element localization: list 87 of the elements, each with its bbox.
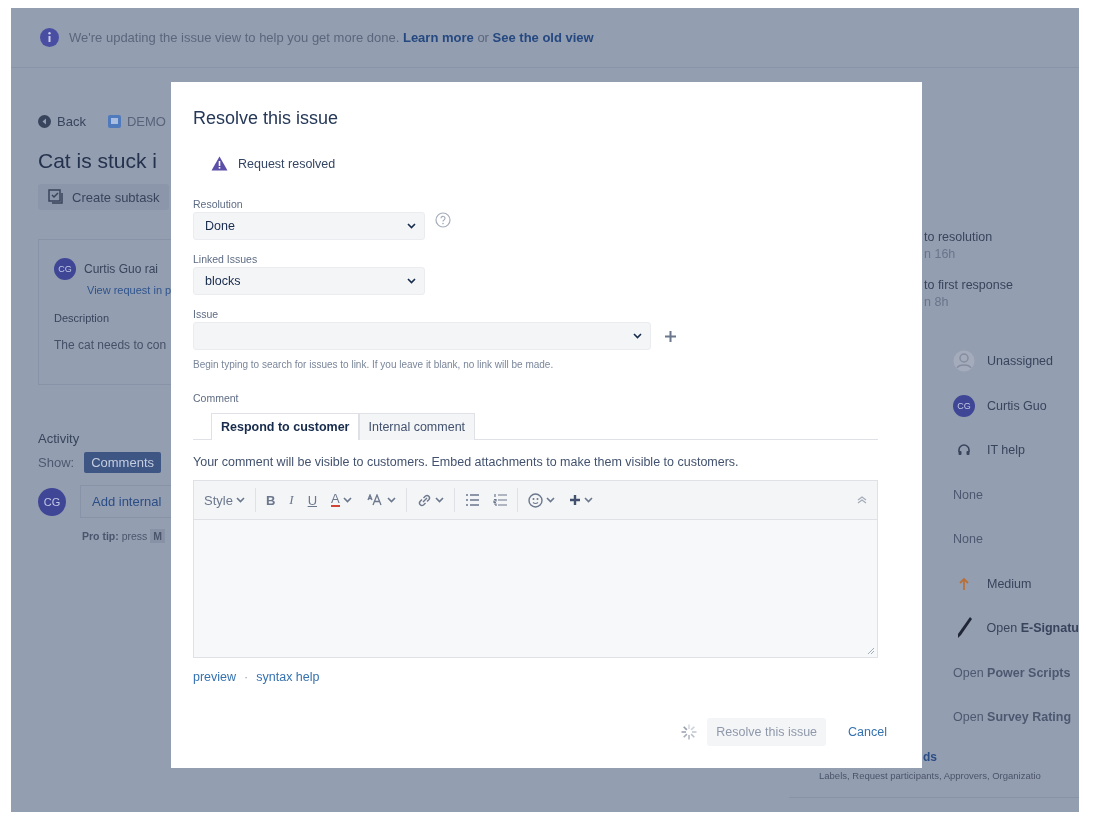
dialog-title: Resolve this issue xyxy=(193,108,340,129)
info-icon xyxy=(40,28,59,47)
headset-icon xyxy=(957,443,971,458)
visibility-note: Your comment will be visible to customers. Embed attachments to make them visible to customers. xyxy=(193,455,740,469)
underline-button[interactable]: U xyxy=(307,492,318,508)
separator-dot: · xyxy=(244,670,249,684)
back-icon xyxy=(38,115,51,128)
comment-tab[interactable]: Internal comment xyxy=(358,413,476,440)
caret-icon xyxy=(407,223,416,229)
caret-icon xyxy=(386,497,396,503)
link-type-select[interactable]: blocks xyxy=(193,267,425,295)
bullet-list-button[interactable] xyxy=(464,494,479,506)
project-icon xyxy=(107,115,121,128)
preview-link[interactable]: preview xyxy=(193,670,237,684)
insert-button[interactable] xyxy=(568,494,593,506)
warning-icon xyxy=(211,156,228,171)
banner-text: We're updating the issue view to help you get more done. Learn more or See the old view xyxy=(69,30,594,45)
learn-more-link[interactable]: Learn more xyxy=(402,30,474,45)
field-value: IT help xyxy=(987,443,1025,458)
view-request-link[interactable]: View request in p xyxy=(87,284,172,296)
field-value: Open Survey Rating xyxy=(953,710,1072,725)
avatar: CG xyxy=(953,394,975,417)
project-link[interactable]: DEMO xyxy=(126,114,166,129)
caret-icon xyxy=(342,497,352,503)
show-label: Show: xyxy=(38,455,75,470)
caret-icon xyxy=(235,497,245,503)
link-button[interactable] xyxy=(416,492,444,508)
field-label: Resolution xyxy=(193,198,244,210)
user-icon xyxy=(953,350,975,373)
syntax-help-link[interactable]: syntax help xyxy=(256,670,320,684)
field-label: Issue xyxy=(193,308,220,320)
help-icon[interactable] xyxy=(435,212,451,228)
caret-icon xyxy=(407,278,416,284)
emoji-button[interactable] xyxy=(527,492,555,508)
pro-tip-text: Pro tip: press xyxy=(82,530,148,542)
description-label: Description xyxy=(54,312,111,324)
field-label: Comment xyxy=(193,392,240,404)
field-value: Unassigned xyxy=(987,354,1053,369)
emoji-icon xyxy=(527,492,543,508)
field-value: Curtis Guo xyxy=(987,398,1047,413)
comment-editor[interactable]: Style B I U A xyxy=(193,480,878,658)
reporter-name: Curtis Guo rai xyxy=(84,262,159,276)
comment-tab[interactable]: Respond to customer xyxy=(211,413,359,440)
description-text: The cat needs to con xyxy=(54,338,168,352)
notice-text: Request resolved xyxy=(238,156,336,171)
field-value: None xyxy=(953,487,983,502)
field-value: Medium xyxy=(987,576,1032,591)
text-size-icon xyxy=(365,494,384,506)
subtask-icon xyxy=(48,189,64,205)
field-label: Linked Issues xyxy=(193,253,259,265)
plus-icon xyxy=(568,494,581,506)
caret-icon xyxy=(633,333,642,339)
collapse-icon[interactable] xyxy=(857,496,867,504)
avatar: CG xyxy=(38,487,66,516)
more-fields-heading[interactable]: ds xyxy=(923,749,937,764)
arrow-up-icon xyxy=(958,576,970,591)
add-icon[interactable] xyxy=(665,330,676,342)
resolution-select[interactable]: Done xyxy=(193,212,425,240)
font-size-button[interactable] xyxy=(365,494,396,506)
resize-handle-icon[interactable] xyxy=(867,647,875,655)
issue-title: Cat is stuck i xyxy=(38,149,159,173)
caret-icon xyxy=(434,497,444,503)
create-subtask-button[interactable]: Create subtask xyxy=(38,184,170,210)
style-dropdown[interactable]: Style xyxy=(204,492,245,508)
bullet-list-icon xyxy=(464,494,479,506)
numbered-list-button[interactable] xyxy=(492,494,507,506)
caret-icon xyxy=(583,497,593,503)
comments-filter-button[interactable]: Comments xyxy=(84,452,161,473)
back-link[interactable]: Back xyxy=(57,114,86,129)
sla-label: to resolution xyxy=(924,230,993,244)
more-fields-list: Labels, Request participants, Approvers, Organizatio xyxy=(819,769,1041,781)
cancel-link[interactable]: Cancel xyxy=(836,725,887,739)
link-icon xyxy=(416,492,432,508)
keyboard-key: M xyxy=(150,529,165,543)
field-value: None xyxy=(953,532,983,547)
italic-button[interactable]: I xyxy=(289,492,294,508)
old-view-link[interactable]: See the old view xyxy=(492,30,594,45)
field-hint: Begin typing to search for issues to link. If you leave it blank, no link will be made. xyxy=(193,359,555,370)
caret-icon xyxy=(545,497,555,503)
text-color-button[interactable]: A xyxy=(331,493,352,507)
field-value: Open E-Signatu xyxy=(986,621,1079,636)
activity-heading: Activity xyxy=(38,431,81,446)
avatar: CG xyxy=(54,258,76,280)
bold-button[interactable]: B xyxy=(265,492,276,508)
sla-label: to first response xyxy=(924,278,1013,292)
numbered-list-icon xyxy=(492,494,507,506)
field-value: Open Power Scripts xyxy=(953,665,1071,680)
